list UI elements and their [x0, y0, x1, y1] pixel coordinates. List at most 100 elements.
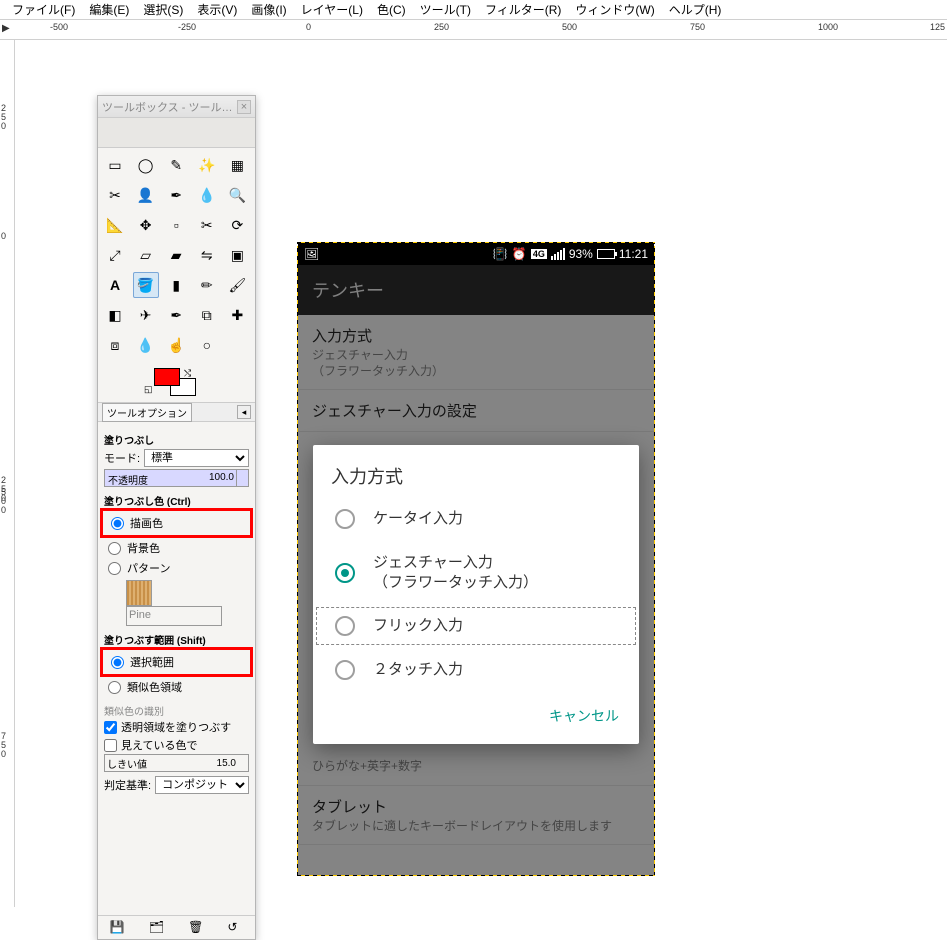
- ink-tool[interactable]: ✒: [163, 302, 189, 328]
- vruler-tick: 500: [1, 488, 15, 515]
- measure-tool[interactable]: 📐: [102, 212, 128, 238]
- ruler-play-icon[interactable]: ▶: [2, 23, 10, 34]
- vruler-tick: 0: [1, 232, 15, 241]
- smudge-tool[interactable]: ☝: [163, 332, 189, 358]
- dialog-option-label: フリック入力: [373, 616, 463, 636]
- radio-bg-label: 背景色: [127, 540, 160, 556]
- foreground-select-tool[interactable]: 👤: [133, 182, 159, 208]
- tool-options-menu-icon[interactable]: ◂: [237, 405, 251, 419]
- dialog-option-2[interactable]: フリック入力: [313, 604, 639, 648]
- footer-restore-icon[interactable]: 🗂: [149, 920, 165, 936]
- dialog-option-3[interactable]: ２タッチ入力: [313, 648, 639, 692]
- menubar: ファイル(F) 編集(E) 選択(S) 表示(V) 画像(I) レイヤー(L) …: [0, 0, 947, 20]
- dialog-option-1[interactable]: ジェスチャー入力（フラワータッチ入力）: [313, 541, 639, 604]
- mode-select[interactable]: 標準: [144, 449, 249, 467]
- ruler-tick: -500: [50, 22, 68, 32]
- airbrush-tool[interactable]: ✈: [133, 302, 159, 328]
- eraser-tool[interactable]: ◧: [102, 302, 128, 328]
- radio-pattern[interactable]: パターン: [104, 558, 249, 578]
- footer-reset-icon[interactable]: ↺: [227, 920, 243, 936]
- rotate-tool[interactable]: ⟳: [224, 212, 250, 238]
- ruler-tick: 500: [562, 22, 577, 32]
- pencil-tool[interactable]: ✏: [194, 272, 220, 298]
- menu-window[interactable]: ウィンドウ(W): [569, 0, 660, 20]
- menu-select[interactable]: 選択(S): [137, 0, 189, 20]
- perspective-tool[interactable]: ▰: [163, 242, 189, 268]
- threshold-label: しきい値: [105, 756, 149, 771]
- dialog-option-0[interactable]: ケータイ入力: [313, 497, 639, 541]
- radio-icon: [335, 616, 355, 636]
- swap-colors-icon[interactable]: ⤭: [184, 368, 191, 379]
- perspective-clone-tool[interactable]: ⧈: [102, 332, 128, 358]
- menu-layer[interactable]: レイヤー(L): [295, 0, 369, 20]
- reset-colors-icon[interactable]: ◱: [144, 384, 153, 395]
- fuzzy-select-tool[interactable]: ✨: [194, 152, 220, 178]
- text-tool[interactable]: A: [102, 272, 128, 298]
- menu-view[interactable]: 表示(V): [191, 0, 243, 20]
- gradient-tool[interactable]: ▮: [163, 272, 189, 298]
- criteria-label: 判定基準:: [104, 777, 151, 793]
- ellipse-select-tool[interactable]: ◯: [133, 152, 159, 178]
- flip-tool[interactable]: ⇋: [194, 242, 220, 268]
- radio-icon: [335, 563, 355, 583]
- blur-tool[interactable]: 💧: [133, 332, 159, 358]
- foreground-color-swatch[interactable]: [154, 368, 180, 386]
- radio-fg-color[interactable]: 描画色: [107, 513, 246, 533]
- menu-filters[interactable]: フィルター(R): [479, 0, 567, 20]
- menu-image[interactable]: 画像(I): [245, 0, 292, 20]
- rect-select-tool[interactable]: ▭: [102, 152, 128, 178]
- radio-similar[interactable]: 類似色領域: [104, 677, 249, 697]
- phone-dialog: 入力方式 ケータイ入力 ジェスチャー入力（フラワータッチ入力） フリック入力: [313, 445, 639, 744]
- criteria-select[interactable]: コンポジット: [155, 776, 249, 794]
- ruler-vertical: 250 0 250 500 750: [0, 40, 15, 907]
- zoom-tool[interactable]: 🔍: [224, 182, 250, 208]
- cage-tool[interactable]: ▣: [224, 242, 250, 268]
- threshold-spin[interactable]: しきい値 15.0: [104, 754, 249, 772]
- heal-tool[interactable]: ✚: [224, 302, 250, 328]
- color-picker-tool[interactable]: 💧: [194, 182, 220, 208]
- dialog-cancel-button[interactable]: キャンセル: [541, 700, 627, 732]
- fillcolor-title: 塗りつぶし色 (Ctrl): [104, 493, 249, 508]
- tool-options-tab[interactable]: ツールオプション: [102, 403, 192, 422]
- chk-transparent[interactable]: 透明領域を塗りつぶす: [104, 718, 249, 736]
- radio-bg-color[interactable]: 背景色: [104, 538, 249, 558]
- footer-save-icon[interactable]: 💾: [110, 920, 126, 936]
- align-tool[interactable]: ▫: [163, 212, 189, 238]
- vruler-tick: 250: [1, 104, 15, 131]
- status-time: 11:21: [619, 247, 648, 261]
- radio-similar-label: 類似色領域: [127, 679, 182, 695]
- vibrate-icon: 📳: [493, 247, 508, 261]
- tool-options-header: ツールオプション ◂: [98, 402, 255, 422]
- opacity-spin[interactable]: [236, 470, 248, 486]
- battery-pct: 93%: [569, 247, 593, 261]
- shear-tool[interactable]: ▱: [133, 242, 159, 268]
- radio-selection[interactable]: 選択範囲: [107, 652, 246, 672]
- dodge-tool[interactable]: ○: [194, 332, 220, 358]
- opacity-slider[interactable]: 不透明度 100.0: [104, 469, 249, 487]
- menu-file[interactable]: ファイル(F): [6, 0, 81, 20]
- by-color-select-tool[interactable]: ▦: [224, 152, 250, 178]
- menu-help[interactable]: ヘルプ(H): [663, 0, 728, 20]
- scissors-tool[interactable]: ✂: [102, 182, 128, 208]
- pattern-swatch[interactable]: [126, 580, 152, 606]
- toolbox-titlebar[interactable]: ツールボックス - ツールオプ... ×: [98, 96, 255, 118]
- alarm-icon: ⏰: [512, 247, 527, 261]
- free-select-tool[interactable]: ✎: [163, 152, 189, 178]
- menu-color[interactable]: 色(C): [371, 0, 412, 20]
- footer-delete-icon[interactable]: 🗑: [188, 920, 204, 936]
- bucket-fill-tool[interactable]: 🪣: [133, 272, 159, 298]
- crop-tool[interactable]: ✂: [194, 212, 220, 238]
- paths-tool[interactable]: ✒: [163, 182, 189, 208]
- move-tool[interactable]: ✥: [133, 212, 159, 238]
- menu-edit[interactable]: 編集(E): [83, 0, 135, 20]
- menu-tools[interactable]: ツール(T): [414, 0, 477, 20]
- chk-visible-label: 見えている色で: [121, 737, 197, 753]
- scale-tool[interactable]: ⤢: [102, 242, 128, 268]
- network-4g-badge: 4G: [531, 249, 547, 259]
- paintbrush-tool[interactable]: 🖌: [224, 272, 250, 298]
- clone-tool[interactable]: ⧉: [194, 302, 220, 328]
- close-icon[interactable]: ×: [237, 100, 251, 114]
- radio-fg-label: 描画色: [130, 515, 163, 531]
- chk-visible[interactable]: 見えている色で: [104, 736, 249, 754]
- toolbox-window: ツールボックス - ツールオプ... × ▭ ◯ ✎ ✨ ▦ ✂ 👤 ✒ 💧 🔍…: [97, 95, 256, 940]
